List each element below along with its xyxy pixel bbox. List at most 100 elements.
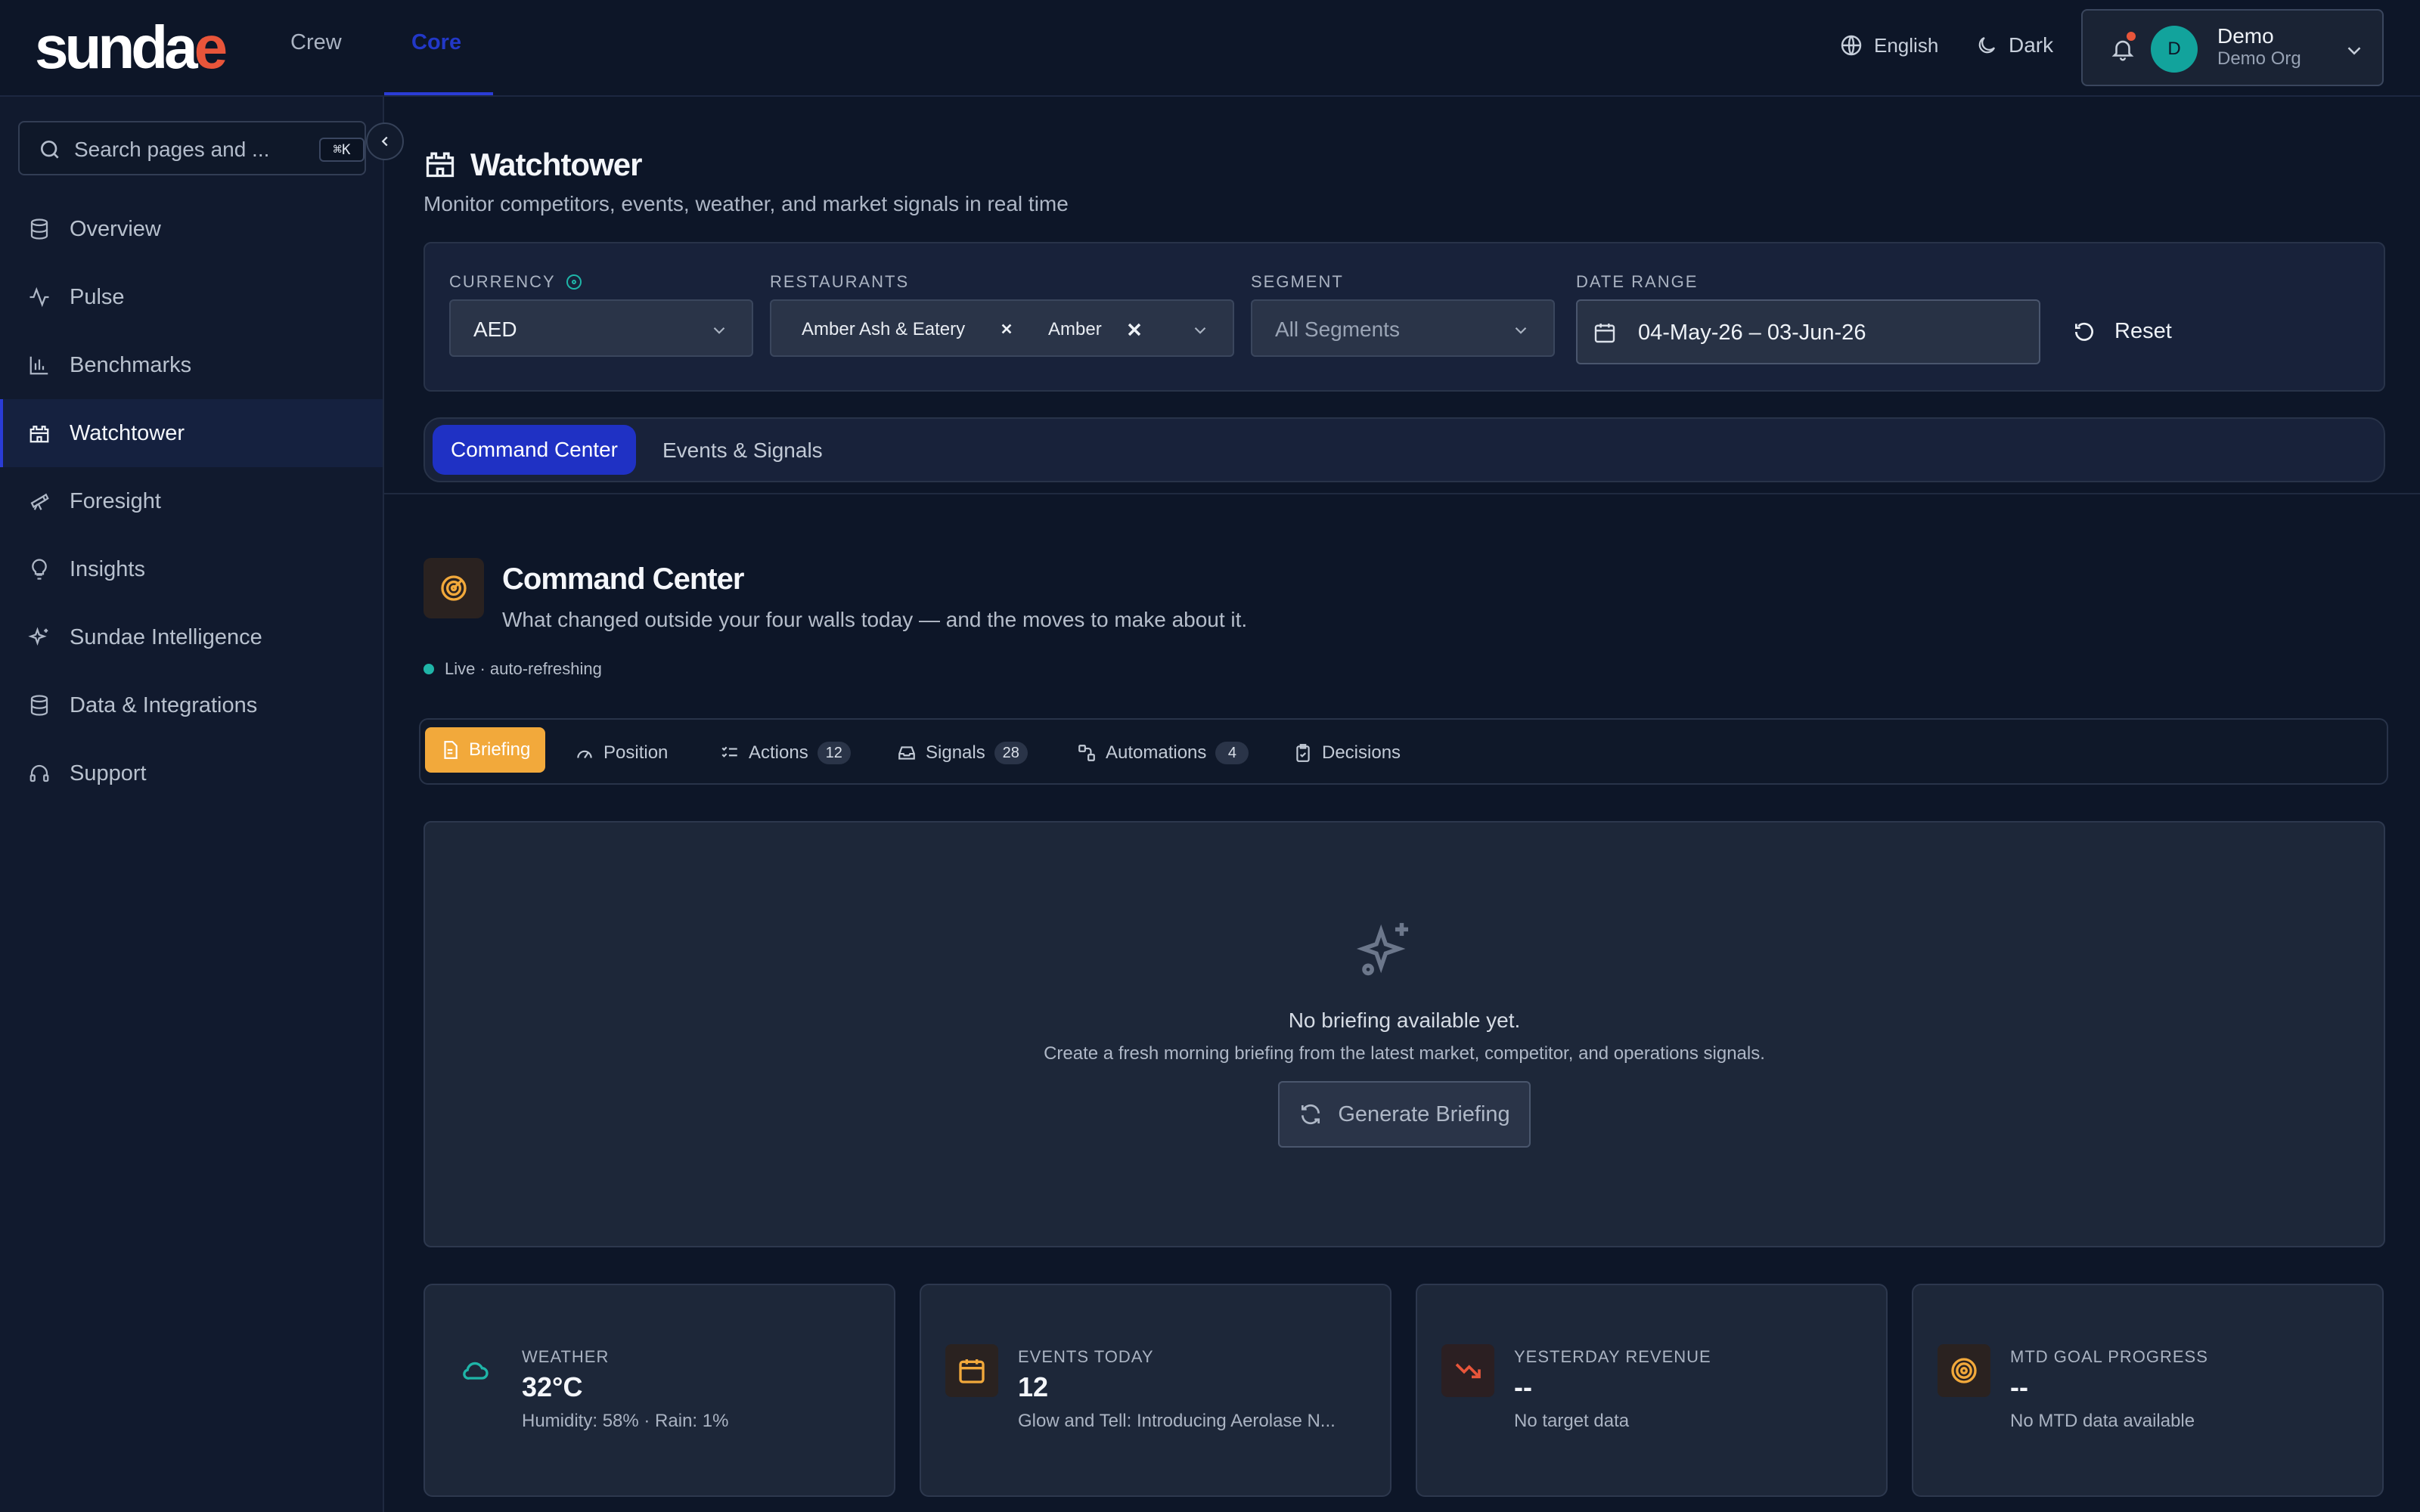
subtab-briefing[interactable]: Briefing [425, 727, 546, 773]
language-label: English [1874, 33, 1939, 57]
checklist-icon [720, 743, 740, 763]
castle-icon [27, 421, 51, 445]
segment-label: SEGMENT [1251, 272, 1344, 291]
count-badge: 28 [994, 742, 1028, 764]
sidebar-item-sundae-intelligence[interactable]: Sundae Intelligence [0, 603, 383, 671]
mtd-goal-progress-card[interactable]: MTD GOAL PROGRESS -- No MTD data availab… [1912, 1284, 2384, 1497]
sidebar-item-insights[interactable]: Insights [0, 535, 383, 603]
moon-icon [1975, 34, 1998, 57]
live-indicator: Live · auto-refreshing [424, 659, 602, 679]
sidebar-item-label: Foresight [70, 488, 161, 513]
subtab-label: Briefing [469, 739, 531, 760]
main-content: Watchtower Monitor competitors, events, … [384, 97, 2420, 1512]
subtab-automations[interactable]: Automations 4 [1077, 736, 1249, 770]
top-bar: sundae Crew Core English Dark D Demo Dem… [0, 0, 2420, 97]
search-shortcut: ⌘K [319, 138, 365, 162]
sidebar-item-overview[interactable]: Overview [0, 195, 383, 263]
events-today-card[interactable]: EVENTS TODAY 12 Glow and Tell: Introduci… [920, 1284, 1392, 1497]
card-value: -- [2010, 1371, 2028, 1402]
sidebar-item-label: Overview [70, 216, 161, 241]
card-value: 12 [1018, 1371, 1049, 1402]
restaurant-chip: Amber [1048, 319, 1102, 339]
search-input[interactable]: Search pages and ... ⌘K [18, 121, 366, 175]
calendar-icon [1593, 321, 1617, 345]
clipboard-icon [1293, 743, 1313, 763]
trending-down-icon [1441, 1344, 1494, 1397]
restaurants-select[interactable]: Amber Ash & Eatery Amber [770, 299, 1234, 357]
card-label: WEATHER [522, 1347, 610, 1366]
weather-card[interactable]: WEATHER 32°C Humidity: 58% · Rain: 1% [424, 1284, 895, 1497]
lightbulb-icon [27, 557, 51, 581]
page-subtitle: Monitor competitors, events, weather, an… [424, 192, 1069, 215]
user-name: Demo [2217, 24, 2274, 48]
telescope-icon [27, 489, 51, 513]
segment-select[interactable]: All Segments [1251, 299, 1555, 357]
card-label: YESTERDAY REVENUE [1514, 1347, 1711, 1366]
castle-icon [424, 147, 457, 180]
calendar-icon [945, 1344, 998, 1397]
search-placeholder: Search pages and ... [74, 138, 270, 161]
currency-select[interactable]: AED [449, 299, 753, 357]
currency-value: AED [473, 318, 517, 341]
card-label: EVENTS TODAY [1018, 1347, 1154, 1366]
theme-toggle[interactable]: Dark [1975, 33, 2053, 57]
refresh-icon [2072, 320, 2096, 344]
sidebar-item-label: Sundae Intelligence [70, 624, 262, 649]
subtab-label: Automations [1106, 742, 1207, 763]
sidebar: Search pages and ... ⌘K Overview Pulse B… [0, 97, 404, 1512]
activity-icon [27, 285, 51, 309]
sidebar-item-label: Data & Integrations [70, 692, 258, 717]
topnav-crew[interactable]: Crew [290, 30, 342, 55]
subtab-label: Position [603, 742, 669, 763]
sidebar-item-label: Insights [70, 556, 145, 581]
command-center-subtabs: Briefing Position Actions 12 Signals 28 … [419, 718, 2388, 785]
theme-label: Dark [2009, 33, 2054, 57]
info-icon[interactable] [565, 273, 583, 291]
command-center-subtitle: What changed outside your four walls tod… [502, 608, 1248, 631]
count-badge: 12 [817, 742, 851, 764]
yesterday-revenue-card[interactable]: YESTERDAY REVENUE -- No target data [1416, 1284, 1888, 1497]
live-dot [424, 664, 434, 674]
inbox-icon [897, 743, 917, 763]
date-range-picker[interactable]: 04-May-26 – 03-Jun-26 [1576, 299, 2040, 364]
date-range-label: DATE RANGE [1576, 272, 1699, 291]
radar-icon [424, 558, 484, 618]
close-icon[interactable] [1124, 319, 1145, 340]
subtab-actions[interactable]: Actions 12 [720, 736, 851, 770]
sparkles-icon [27, 625, 51, 649]
sundae-logo[interactable]: sundae [35, 14, 228, 82]
user-menu[interactable]: D Demo Demo Org [2081, 9, 2384, 86]
bar-chart-icon [27, 353, 51, 377]
sidebar-item-label: Pulse [70, 284, 125, 309]
tab-command-center[interactable]: Command Center [433, 425, 636, 475]
card-subtext: No MTD data available [2010, 1411, 2195, 1431]
headset-icon [27, 761, 51, 785]
close-icon[interactable] [997, 319, 1016, 339]
reset-button[interactable]: Reset [2072, 319, 2172, 344]
globe-icon [1839, 33, 1863, 57]
sidebar-item-pulse[interactable]: Pulse [0, 263, 383, 331]
tab-events-signals[interactable]: Events & Signals [662, 438, 823, 463]
restaurants-label: RESTAURANTS [770, 272, 910, 291]
database-icon [27, 693, 51, 717]
topnav-core[interactable]: Core [411, 30, 461, 55]
sidebar-item-data-integrations[interactable]: Data & Integrations [0, 671, 383, 739]
subtab-decisions[interactable]: Decisions [1293, 736, 1401, 770]
sidebar-item-watchtower[interactable]: Watchtower [0, 399, 383, 467]
subtab-label: Signals [926, 742, 985, 763]
generate-briefing-button[interactable]: Generate Briefing [1278, 1081, 1531, 1148]
sidebar-item-label: Watchtower [70, 420, 185, 445]
generate-briefing-label: Generate Briefing [1338, 1101, 1510, 1126]
date-range-value: 04-May-26 – 03-Jun-26 [1638, 321, 1866, 345]
sidebar-item-support[interactable]: Support [0, 739, 383, 807]
segment-value: All Segments [1275, 318, 1400, 341]
language-selector[interactable]: English [1839, 33, 1938, 57]
subtab-label: Actions [749, 742, 808, 763]
card-subtext: Glow and Tell: Introducing Aerolase N... [1018, 1411, 1336, 1431]
divider [384, 493, 2420, 494]
sidebar-item-benchmarks[interactable]: Benchmarks [0, 331, 383, 399]
restaurant-chip: Amber Ash & Eatery [802, 319, 966, 339]
subtab-position[interactable]: Position [575, 736, 668, 770]
subtab-signals[interactable]: Signals 28 [897, 736, 1028, 770]
sidebar-item-foresight[interactable]: Foresight [0, 467, 383, 535]
